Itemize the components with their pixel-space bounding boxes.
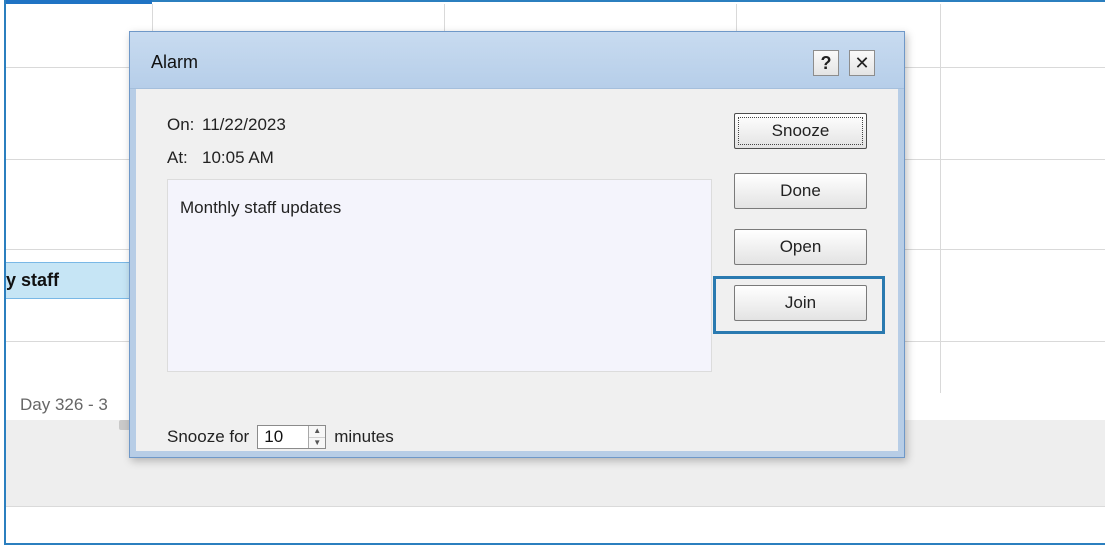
snooze-duration-input[interactable] bbox=[258, 426, 309, 448]
done-button[interactable]: Done bbox=[734, 173, 867, 209]
screenshot-viewport: y staff Day 326 - 3 Alarm ? ✕ On: 11/22/… bbox=[0, 0, 1105, 547]
at-label: At: bbox=[167, 148, 188, 167]
dialog-titlebar[interactable]: Alarm ? ✕ bbox=[130, 32, 904, 89]
close-icon: ✕ bbox=[854, 52, 870, 73]
alarm-message-box: Monthly staff updates bbox=[167, 179, 712, 372]
snooze-row: Snooze for ▲ ▼ minutes bbox=[167, 425, 394, 449]
join-button[interactable]: Join bbox=[734, 285, 867, 321]
calendar-day-label: Day 326 - 3 bbox=[20, 395, 108, 414]
snooze-duration-stepper[interactable]: ▲ ▼ bbox=[257, 425, 327, 449]
help-button[interactable]: ? bbox=[813, 50, 839, 76]
on-label: On: bbox=[167, 115, 195, 134]
snooze-button[interactable]: Snooze bbox=[734, 113, 867, 149]
open-button[interactable]: Open bbox=[734, 229, 867, 265]
snooze-spinner[interactable]: ▲ ▼ bbox=[308, 426, 326, 448]
calendar-event-staff[interactable]: y staff bbox=[6, 262, 144, 299]
calendar-selected-tab-accent bbox=[6, 0, 152, 4]
close-button[interactable]: ✕ bbox=[849, 50, 875, 76]
help-icon: ? bbox=[820, 52, 832, 73]
alarm-dialog: Alarm ? ✕ On: 11/22/2023 At: 10:05 AM Mo… bbox=[129, 31, 905, 458]
calendar-grid-column-divider bbox=[940, 4, 941, 393]
minutes-label: minutes bbox=[334, 427, 394, 446]
on-date: 11/22/2023 bbox=[202, 115, 286, 134]
dialog-title: Alarm bbox=[151, 52, 199, 72]
calendar-top-border bbox=[6, 0, 1105, 2]
snooze-for-label: Snooze for bbox=[167, 427, 250, 446]
alarm-message: Monthly staff updates bbox=[180, 198, 342, 217]
calendar-event-label: y staff bbox=[6, 270, 60, 290]
chevron-up-icon[interactable]: ▲ bbox=[309, 426, 326, 438]
dialog-content: On: 11/22/2023 At: 10:05 AM Monthly staf… bbox=[138, 89, 896, 451]
at-time: 10:05 AM bbox=[202, 148, 274, 167]
chevron-down-icon[interactable]: ▼ bbox=[309, 437, 326, 448]
